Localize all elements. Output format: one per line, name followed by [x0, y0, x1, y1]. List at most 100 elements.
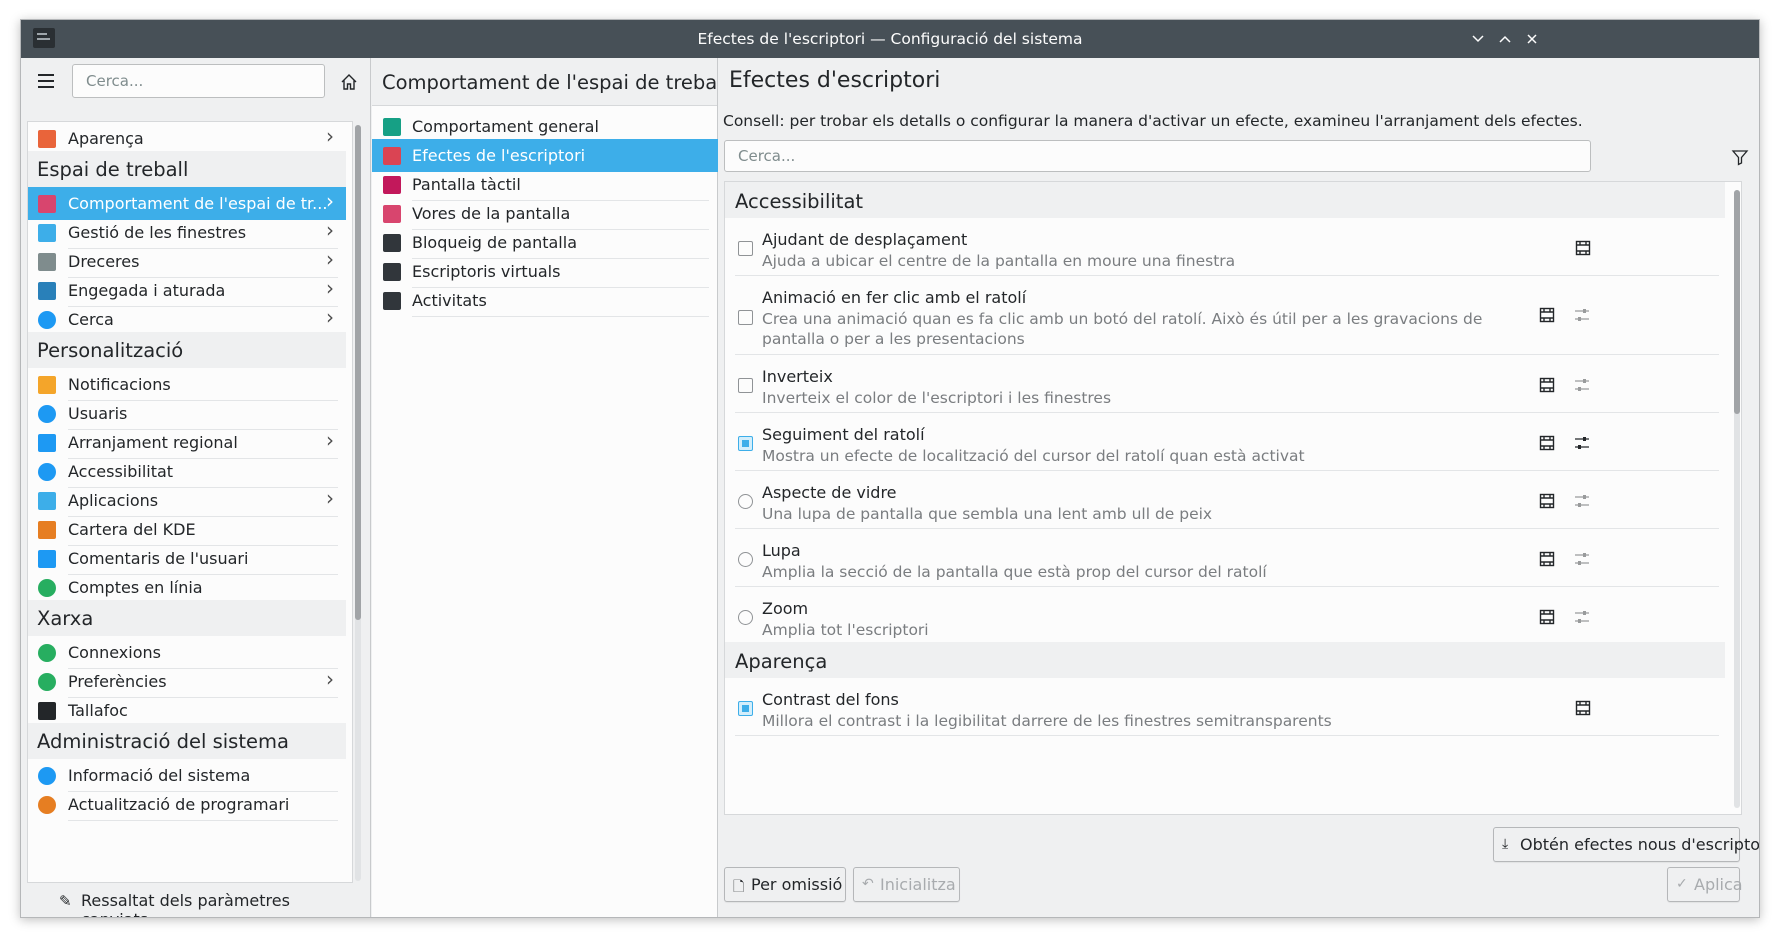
subcategory-item-label: Comportament general: [412, 117, 599, 136]
chevron-right-icon: ›: [326, 486, 334, 510]
monitor-icon: [38, 282, 56, 300]
configure-icon[interactable]: [1573, 376, 1591, 394]
effect-row-contrast-del-fons: Contrast del fons Millora el contrast i l…: [725, 678, 1725, 736]
subcategory-header-title: Comportament de l'espai de treball: [382, 71, 729, 94]
subcategory-item-label: Pantalla tàctil: [412, 175, 521, 194]
effect-row-lupa: Lupa Amplia la secció de la pantalla que …: [725, 529, 1725, 587]
video-preview-icon[interactable]: [1538, 434, 1556, 452]
chevron-right-icon: ›: [326, 428, 334, 452]
chevron-right-icon: ›: [326, 667, 334, 691]
home-icon[interactable]: [339, 72, 359, 92]
video-preview-icon[interactable]: [1538, 550, 1556, 568]
effect-row-animacio-en-fer-clic-amb-el-ratoli: Animació en fer clic amb el ratolí Crea u…: [725, 276, 1725, 355]
effects-scrollbar[interactable]: [1734, 190, 1740, 808]
apply-button[interactable]: ✓ Aplica: [1667, 867, 1743, 902]
effects-scrollbar-handle[interactable]: [1734, 190, 1740, 414]
reset-button[interactable]: ↶ Inicialitza: [853, 867, 960, 902]
effects-category-accessibilitat: Accessibilitat: [725, 182, 1725, 218]
effect-description: Inverteix el color de l'escriptori i les…: [762, 389, 1112, 407]
video-preview-icon[interactable]: [1538, 608, 1556, 626]
effect-radio-button[interactable]: [738, 610, 753, 625]
sidebar-item-label: Comentaris de l'usuari: [68, 549, 249, 568]
settings-module-icon: [383, 147, 401, 165]
sidebar-item-label: Connexions: [68, 643, 161, 662]
sidebar-item-label: Cerca: [68, 310, 114, 329]
video-preview-icon[interactable]: [1538, 376, 1556, 394]
effects-category-aparenca: Aparença: [725, 642, 1725, 678]
video-preview-icon[interactable]: [1538, 306, 1556, 324]
filter-icon[interactable]: [1729, 146, 1751, 168]
maximize-button[interactable]: [1495, 29, 1515, 49]
hamburger-menu-icon[interactable]: [36, 72, 56, 90]
minimize-button[interactable]: [1468, 29, 1488, 49]
reset-label: Inicialitza: [880, 875, 956, 894]
subcategory-item-label: Vores de la pantalla: [412, 204, 571, 223]
chevron-right-icon: ›: [326, 189, 334, 213]
settings-module-icon: [383, 234, 401, 252]
undo-icon: ↶: [862, 876, 874, 892]
effect-description: Una lupa de pantalla que sembla una lent…: [762, 505, 1213, 523]
checkmark-icon: ✓: [1676, 876, 1688, 892]
chevron-right-icon: ›: [326, 305, 334, 329]
effect-radio-button[interactable]: [738, 494, 753, 509]
sidebar-toolbar: [21, 58, 370, 106]
sidebar-item-label: Informació del sistema: [68, 766, 251, 785]
workspace-icon: [38, 195, 56, 213]
document-defaults-icon: 🗋: [733, 879, 745, 895]
video-preview-icon[interactable]: [1538, 492, 1556, 510]
effect-checkbox[interactable]: [738, 701, 753, 716]
subcategory-item-activitats[interactable]: Activitats: [372, 284, 718, 317]
sidebar-category-label: Administració del sistema: [37, 730, 289, 753]
divider: [735, 735, 1719, 736]
sidebar-scrollbar[interactable]: [355, 125, 361, 881]
keyboard-icon: [38, 253, 56, 271]
effect-checkbox[interactable]: [738, 241, 753, 256]
video-preview-icon[interactable]: [1574, 699, 1592, 717]
sidebar-item-label: Gestió de les finestres: [68, 223, 247, 242]
subcategory-item-label: Activitats: [412, 291, 487, 310]
sidebar-category-label: Espai de treball: [37, 158, 189, 181]
video-preview-icon[interactable]: [1574, 239, 1592, 257]
effect-checkbox[interactable]: [738, 310, 753, 325]
sidebar-item-label: Dreceres: [68, 252, 140, 271]
effect-description: Crea una animació quan es fa clic amb un…: [762, 310, 1483, 348]
configure-icon[interactable]: [1573, 434, 1591, 452]
effects-search-input[interactable]: [724, 140, 1591, 172]
sidebar-category-xarxa: Xarxa: [28, 600, 346, 636]
effect-description: Amplia la secció de la pantalla que està…: [762, 563, 1267, 581]
effect-name: Aspecte de vidre: [762, 483, 897, 502]
effect-checkbox[interactable]: [738, 436, 753, 451]
configure-icon[interactable]: [1573, 550, 1591, 568]
close-icon: [1527, 34, 1537, 44]
effect-name: Lupa: [762, 541, 801, 560]
sidebar-scrollbar-handle[interactable]: [355, 125, 361, 620]
subcategory-header: Comportament de l'espai de treball: [372, 58, 728, 106]
sidebar-item-actualitzacio-de-programari[interactable]: Actualització de programari: [28, 788, 346, 821]
effect-name: Zoom: [762, 599, 809, 618]
globe-icon: [38, 579, 56, 597]
highlight-changed-settings-button[interactable]: ✎ Ressaltat dels paràmetres canviats: [21, 882, 361, 917]
highlight-changed-settings-label: Ressaltat dels paràmetres canviats: [81, 891, 290, 917]
chevron-right-icon: ›: [326, 124, 334, 148]
effect-radio-button[interactable]: [738, 552, 753, 567]
sidebar-item-label: Accessibilitat: [68, 462, 174, 481]
configure-icon[interactable]: [1573, 306, 1591, 324]
sidebar-item-label: Actualització de programari: [68, 795, 290, 814]
subcategory-pane: Comportament de l'espai de treball Compo…: [372, 58, 728, 917]
title-bar: Efectes de l'escriptori — Configuració d…: [21, 20, 1759, 58]
settings-module-icon: [383, 176, 401, 194]
effect-name: Seguiment del ratolí: [762, 425, 925, 444]
effect-checkbox[interactable]: [738, 378, 753, 393]
configure-icon[interactable]: [1573, 608, 1591, 626]
bell-icon: [38, 376, 56, 394]
globe-icon: [38, 673, 56, 691]
defaults-button[interactable]: 🗋 Per omissió: [724, 867, 846, 902]
effect-name: Inverteix: [762, 367, 833, 386]
sidebar-category-label: Personalització: [37, 339, 184, 362]
sidebar-search-input[interactable]: [72, 64, 325, 98]
get-new-effects-button[interactable]: ⤓ Obtén efectes nous d'escriptori...: [1493, 827, 1759, 862]
configure-icon[interactable]: [1573, 492, 1591, 510]
users-icon: [38, 405, 56, 423]
close-button[interactable]: [1522, 29, 1542, 49]
chevron-right-icon: ›: [326, 247, 334, 271]
